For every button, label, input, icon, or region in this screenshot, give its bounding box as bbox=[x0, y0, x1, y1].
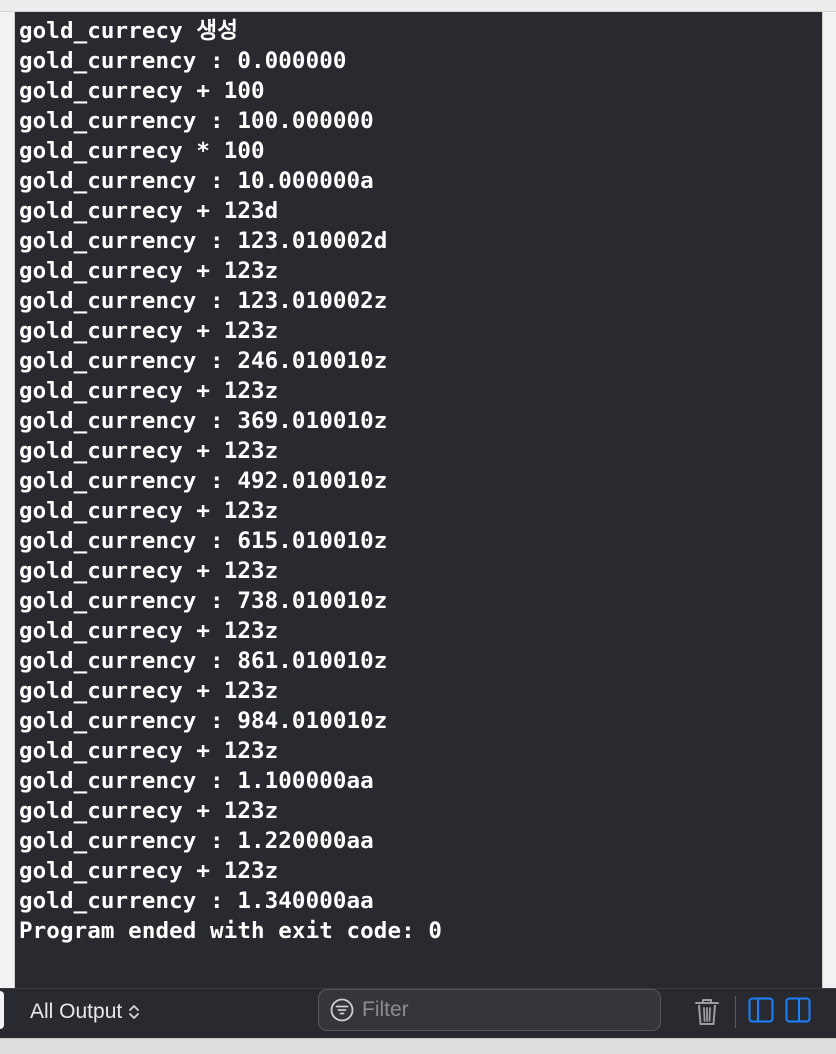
filter-input[interactable] bbox=[360, 997, 644, 1023]
filter-field[interactable] bbox=[318, 989, 661, 1031]
console-line: gold_currency : 0.000000 bbox=[19, 48, 347, 74]
console-line: gold_currecy + 123z bbox=[19, 798, 279, 824]
console-toolbar: All Output bbox=[0, 988, 836, 1038]
right-gutter bbox=[822, 12, 836, 988]
console-line: gold_currency : 738.010010z bbox=[19, 588, 388, 614]
console-line: gold_currency : 246.010010z bbox=[19, 348, 388, 374]
console-line: gold_currecy + 123z bbox=[19, 498, 279, 524]
console-line: gold_currecy + 123z bbox=[19, 858, 279, 884]
output-selector[interactable]: All Output bbox=[30, 997, 140, 1027]
toolbar-left-edge bbox=[0, 991, 4, 1029]
sidebar-right-icon[interactable] bbox=[785, 997, 811, 1023]
console-line: gold_currency : 10.000000a bbox=[19, 168, 374, 194]
console-line: gold_currency : 615.010010z bbox=[19, 528, 388, 554]
console-line: gold_currency : 100.000000 bbox=[19, 108, 374, 134]
console-line: gold_currency : 1.220000aa bbox=[19, 828, 374, 854]
console-line: Program ended with exit code: 0 bbox=[19, 918, 443, 944]
console-line: gold_currecy + 123z bbox=[19, 618, 279, 644]
console-line: gold_currecy + 123z bbox=[19, 678, 279, 704]
toolbar-divider bbox=[735, 996, 736, 1028]
console-line: gold_currecy * 100 bbox=[19, 138, 265, 164]
console-line: gold_currecy 생성 bbox=[19, 18, 238, 44]
console-line: gold_currency : 369.010010z bbox=[19, 408, 388, 434]
console-line: gold_currecy + 123z bbox=[19, 318, 279, 344]
console-line: gold_currecy + 123z bbox=[19, 378, 279, 404]
top-strip bbox=[0, 0, 836, 12]
console-line: gold_currency : 123.010002d bbox=[19, 228, 388, 254]
trash-icon[interactable] bbox=[694, 997, 720, 1027]
console-line: gold_currecy + 123d bbox=[19, 198, 279, 224]
console-line: gold_currency : 984.010010z bbox=[19, 708, 388, 734]
left-gutter bbox=[0, 12, 15, 988]
console-lines: gold_currecy 생성 gold_currency : 0.000000 g… bbox=[19, 16, 442, 946]
console-line: gold_currecy + 123z bbox=[19, 738, 279, 764]
filter-icon bbox=[330, 998, 354, 1022]
console-line: gold_currency : 861.010010z bbox=[19, 648, 388, 674]
console-line: gold_currecy + 123z bbox=[19, 258, 279, 284]
console-line: gold_currency : 123.010002z bbox=[19, 288, 388, 314]
debug-console-window: gold_currecy 생성 gold_currency : 0.000000 g… bbox=[0, 0, 836, 1054]
window-footer-strip bbox=[0, 1038, 836, 1054]
console-line: gold_currecy + 100 bbox=[19, 78, 265, 104]
output-selector-label: All Output bbox=[30, 1000, 123, 1023]
console-line: gold_currency : 1.100000aa bbox=[19, 768, 374, 794]
console-line: gold_currecy + 123z bbox=[19, 558, 279, 584]
console-output-area[interactable]: gold_currecy 생성 gold_currency : 0.000000 g… bbox=[15, 12, 822, 988]
console-line: gold_currency : 492.010010z bbox=[19, 468, 388, 494]
console-line: gold_currecy + 123z bbox=[19, 438, 279, 464]
chevron-up-down-icon bbox=[129, 1005, 140, 1019]
console-line: gold_currency : 1.340000aa bbox=[19, 888, 374, 914]
sidebar-left-icon[interactable] bbox=[748, 997, 774, 1023]
